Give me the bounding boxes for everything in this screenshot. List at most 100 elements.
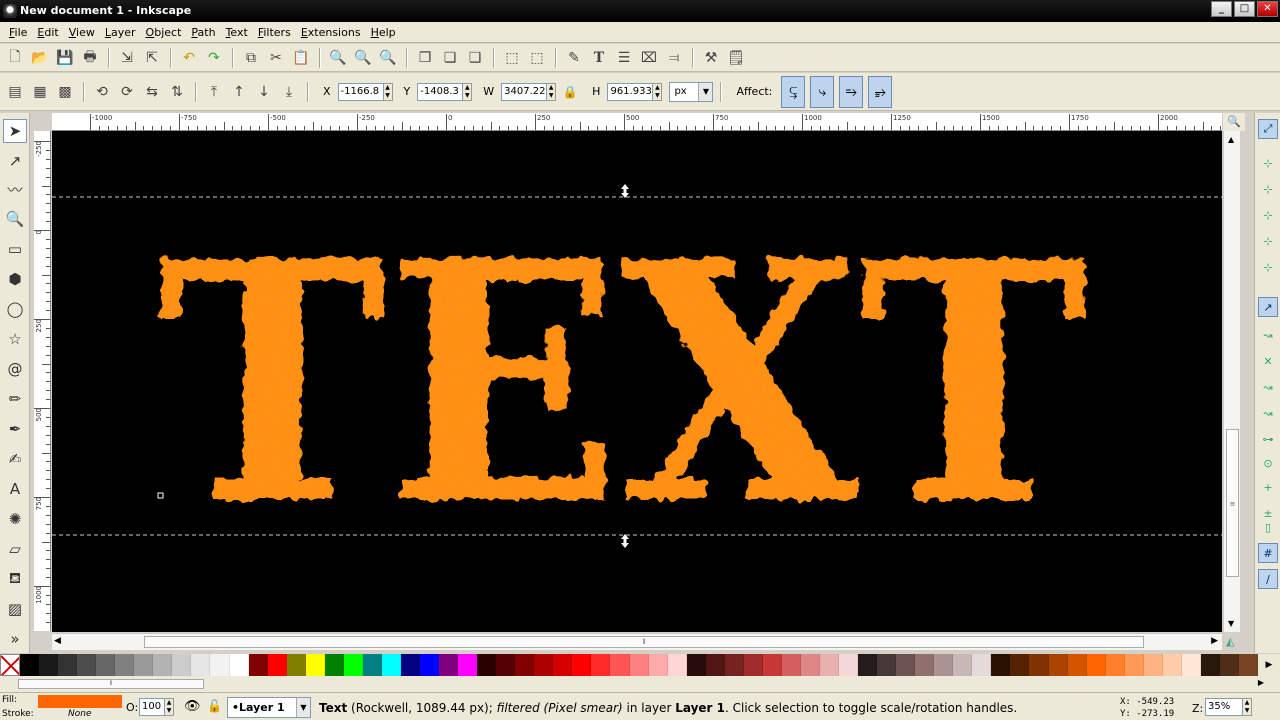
snap-guides-icon[interactable]: ∕ [1258,569,1278,589]
palette-swatch[interactable] [591,654,611,676]
menu-text[interactable]: Text [221,22,253,43]
snap-paths-icon[interactable]: ↝ [1258,325,1278,345]
spray-tool-icon[interactable]: ✺ [3,507,27,531]
palette-swatch[interactable] [343,654,363,676]
pencil-tool-icon[interactable]: ✏ [3,387,27,411]
palette-swatch[interactable] [458,654,478,676]
palette-swatch[interactable] [705,654,725,676]
palette-swatch[interactable] [229,654,249,676]
palette-swatch[interactable] [96,654,116,676]
palette-swatch[interactable] [286,654,306,676]
palette-swatch[interactable] [362,654,382,676]
palette-swatch[interactable] [248,654,268,676]
more-tools-icon[interactable]: » [3,627,27,651]
palette-swatch[interactable] [819,654,840,676]
palette-swatch[interactable] [191,654,211,676]
palette-swatch[interactable] [496,654,516,676]
palette-swatch[interactable] [1010,654,1030,676]
palette-swatch[interactable] [1048,654,1068,676]
y-value[interactable]: -1408.3 [417,82,464,101]
palette-swatch[interactable] [58,654,78,676]
opacity-value[interactable]: 100 [139,698,165,716]
star-tool-icon[interactable]: ☆ [3,327,27,351]
palette-swatch[interactable] [1162,654,1182,676]
spiral-tool-icon[interactable]: @ [3,357,27,381]
palette-swatch[interactable] [972,654,992,676]
palette-swatch[interactable] [1239,654,1259,676]
preferences-icon[interactable]: ⚒ [700,47,722,69]
palette-swatch[interactable] [305,654,325,676]
palette-swatch[interactable] [1067,654,1087,676]
palette-swatch[interactable] [762,654,782,676]
snap-bbox-centers-icon[interactable]: ⊹ [1258,257,1278,277]
zoom-page-icon[interactable]: 🔍 [377,47,399,69]
palette-swatch[interactable] [77,654,97,676]
menu-file[interactable]: File [4,22,32,43]
palette-swatch[interactable] [800,654,820,676]
menu-extensions[interactable]: Extensions [296,22,366,43]
node-tool-icon[interactable]: ↗ [3,149,27,173]
layer-visibility-eye-icon[interactable]: 👁 [184,699,201,714]
palette-swatch[interactable] [1219,654,1239,676]
lower-to-bottom-icon[interactable]: ⤓ [278,81,300,103]
palette-swatch[interactable] [667,654,687,676]
palette-swatch[interactable] [210,654,230,676]
text-tool-icon[interactable]: A [3,477,27,501]
open-icon[interactable]: 📂 [29,47,51,69]
snap-intersections-icon[interactable]: ✕ [1258,351,1278,371]
palette-swatch[interactable] [1086,654,1106,676]
palette-swatch[interactable] [1181,654,1201,676]
x-field[interactable]: -1166.8 ▲ ▼ [337,82,393,101]
affect-stroke-width-toggle[interactable]: ⥹ [781,75,806,108]
copy-icon[interactable]: ⧉ [240,47,262,69]
palette-swatch[interactable] [553,654,573,676]
close-button[interactable]: ✕ [1257,1,1278,17]
palette-swatch[interactable] [20,654,40,676]
palette-scroll-right-icon[interactable]: ▶ [1258,678,1264,687]
palette-swatch[interactable] [400,654,420,676]
scroll-left-icon[interactable]: ◀ [54,636,61,646]
select-all-layers-icon[interactable]: ▦ [29,81,51,103]
current-layer-select[interactable]: •Layer 1 ▼ [227,697,311,718]
redo-icon[interactable]: ↷ [203,47,225,69]
fill-stroke-icon[interactable]: ✎ [563,47,585,69]
palette-swatch[interactable] [1029,654,1049,676]
palette-swatch[interactable] [686,654,706,676]
snap-bbox-corners-icon[interactable]: ⊹ [1258,205,1278,225]
w-field[interactable]: 3407.22 ▲ ▼ [501,82,557,101]
maximize-button[interactable]: □ [1234,1,1255,17]
w-value[interactable]: 3407.22 [501,82,548,101]
snap-rotation-centers-icon[interactable]: + [1258,477,1278,497]
menu-layer[interactable]: Layer [100,22,141,43]
snap-bbox-icon[interactable]: ⊹ [1258,153,1278,173]
palette-swatch[interactable] [724,654,744,676]
stroke-indicator[interactable]: None [68,709,91,719]
group-icon[interactable]: ⬚ [501,47,523,69]
select-all-icon[interactable]: ▤ [4,81,26,103]
horizontal-scroll-thumb[interactable]: ⦀ [144,636,1144,648]
vertical-scrollbar[interactable]: ▲ ≡ ▼ [1223,131,1240,632]
palette-swatch[interactable] [134,654,154,676]
h-field[interactable]: 961.933 ▲ ▼ [607,82,663,101]
text-font-icon[interactable]: T [588,47,610,69]
gradient-tool-icon[interactable]: ▨ [3,597,27,621]
palette-swatch[interactable] [1124,654,1144,676]
zoom-spin-arrows[interactable]: ▲ ▼ [1243,698,1252,716]
align-icon[interactable]: ⫤ [663,47,685,69]
palette-swatch[interactable] [439,654,459,676]
menu-filters[interactable]: Filters [253,22,296,43]
menu-path[interactable]: Path [186,22,220,43]
document-properties-icon[interactable]: 🗒 [725,47,747,69]
zoom-value[interactable]: 35% [1205,698,1243,716]
palette-swatch[interactable] [1143,654,1163,676]
scroll-down-icon[interactable]: ▼ [1228,619,1234,628]
y-field[interactable]: -1408.3 ▲ ▼ [417,82,473,101]
palette-swatch[interactable] [896,654,916,676]
zoom-drawing-icon[interactable]: 🔍 [352,47,374,69]
palette-swatch[interactable] [324,654,344,676]
clone-icon[interactable]: ❏ [439,47,461,69]
palette-swatch[interactable] [381,654,401,676]
x-value[interactable]: -1166.8 [337,82,384,101]
zoom-field[interactable]: 35% ▲ ▼ [1205,698,1252,716]
palette-swatch[interactable] [953,654,973,676]
